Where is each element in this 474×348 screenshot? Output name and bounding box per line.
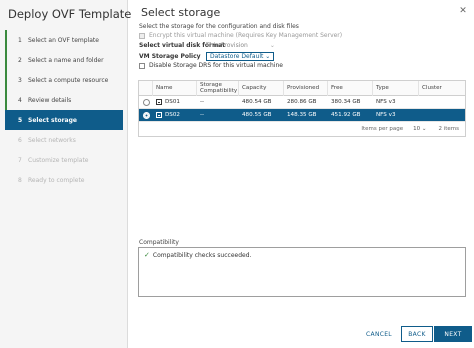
step-label: Select a name and folder [28,56,104,64]
step-number: 2 [18,56,22,64]
wizard-steps: 1 Select an OVF template 2 Select a name… [5,30,123,190]
disk-format-row: Select virtual disk format Thin Provisio… [139,42,275,49]
items-per-page-label: Items per page [361,126,404,132]
radio-button[interactable] [142,98,150,106]
table-footer: Items per page 10 ⌄ 2 items [139,121,465,136]
header-name[interactable]: Name [153,81,197,96]
step-select-name-folder[interactable]: 2 Select a name and folder [5,50,123,70]
cell-cluster [419,109,465,122]
storage-policy-row: VM Storage Policy Datastore Default ⌄ [139,52,275,61]
items-per-page-select[interactable]: 10 ⌄ [413,126,426,132]
step-customize-template: 7 Customize template [5,150,123,170]
step-select-storage[interactable]: 5 Select storage [5,110,123,130]
step-ready-to-complete: 8 Ready to complete [5,170,123,190]
cell-free: 451.92 GB [331,112,361,118]
storage-policy-label: VM Storage Policy [139,53,201,60]
back-button[interactable]: BACK [401,326,433,342]
header-provisioned[interactable]: Provisioned [284,81,328,96]
step-label: Review details [28,96,72,104]
chevron-down-icon: ⌄ [421,126,427,132]
step-number: 3 [18,76,22,84]
drs-row: Disable Storage DRS for this virtual mac… [139,62,283,69]
header-compatibility[interactable]: Storage Compatibility [197,81,239,96]
datastore-name: DS01 [165,99,180,105]
step-number: 7 [18,156,22,164]
header-type[interactable]: Type [373,81,419,96]
disk-format-value: Thin Provision [206,42,248,49]
items-per-page-value: 10 [413,126,421,132]
header-free[interactable]: Free [328,81,373,96]
step-number: 6 [18,136,22,144]
disable-drs-label: Disable Storage DRS for this virtual mac… [149,62,283,69]
step-review-details[interactable]: 4 Review details [5,90,123,110]
encrypt-row: Encrypt this virtual machine (Requires K… [139,32,342,39]
wizard-sidebar: Deploy OVF Template 1 Select an OVF temp… [0,0,132,348]
cell-cluster [419,96,465,109]
cell-provisioned: 280.86 GB [287,99,317,105]
cell-compatibility: -- [200,112,205,118]
disk-format-label: Select virtual disk format [139,42,226,49]
wizard-title: Deploy OVF Template [8,7,132,21]
step-select-networks: 6 Select networks [5,130,123,150]
chevron-down-icon: ⌄ [269,42,275,49]
storage-policy-value: Datastore Default [210,53,264,60]
header-capacity[interactable]: Capacity [239,81,284,96]
table-row[interactable]: DS01 -- 480.54 GB 280.86 GB 380.34 GB NF… [139,96,465,109]
compatibility-label: Compatibility [139,239,179,246]
datastore-table: Name Storage Compatibility Capacity Prov… [138,80,466,137]
step-number: 8 [18,176,22,184]
step-label: Customize template [28,156,89,164]
cell-type: NFS v3 [376,99,396,105]
step-number: 1 [18,36,22,44]
step-label: Select networks [28,136,76,144]
radio-button-checked[interactable] [142,111,150,119]
step-number: 5 [18,116,23,124]
items-count: 2 items [438,126,459,132]
chevron-down-icon: ⌄ [265,53,271,60]
cell-capacity: 480.55 GB [242,112,272,118]
encrypt-checkbox[interactable] [139,32,145,39]
next-button[interactable]: NEXT [434,326,472,342]
cell-free: 380.34 GB [331,99,361,105]
step-select-compute-resource[interactable]: 3 Select a compute resource [5,70,123,90]
close-icon[interactable]: ✕ [458,6,468,16]
step-label: Select an OVF template [28,36,99,44]
cell-compatibility: -- [200,99,205,105]
compatibility-message: Compatibility checks succeeded. [152,252,252,259]
datastore-name: DS02 [165,112,180,118]
step-select-ovf-template[interactable]: 1 Select an OVF template [5,30,123,50]
checkmark-icon: ✓ [144,251,150,259]
encrypt-label: Encrypt this virtual machine (Requires K… [149,32,343,39]
row-select[interactable] [139,96,153,109]
page-title: Select storage [141,6,221,19]
step-number: 4 [18,96,22,104]
storage-policy-select[interactable]: Datastore Default ⌄ [206,52,275,61]
header-select [139,81,153,96]
disable-drs-checkbox[interactable] [139,62,145,69]
step-label: Ready to complete [28,176,85,184]
datastore-icon [156,112,162,118]
wizard-content: Select storage ✕ Select the storage for … [129,0,474,348]
row-select[interactable] [139,109,153,122]
cell-type: NFS v3 [376,112,396,118]
page-subtitle: Select the storage for the configuration… [139,23,299,30]
cell-name: DS01 [153,96,197,109]
datastore-icon [156,99,162,105]
cancel-button[interactable]: CANCEL [363,326,395,342]
disk-format-select[interactable]: Thin Provision ⌄ [206,42,275,49]
table-header: Name Storage Compatibility Capacity Prov… [139,81,465,96]
compatibility-box: ✓ Compatibility checks succeeded. [138,247,466,297]
step-label: Select a compute resource [28,76,109,84]
cell-name: DS02 [153,109,197,122]
cell-capacity: 480.54 GB [242,99,272,105]
header-cluster[interactable]: Cluster [419,81,465,96]
cell-provisioned: 148.35 GB [287,112,317,118]
step-label: Select storage [28,116,77,124]
